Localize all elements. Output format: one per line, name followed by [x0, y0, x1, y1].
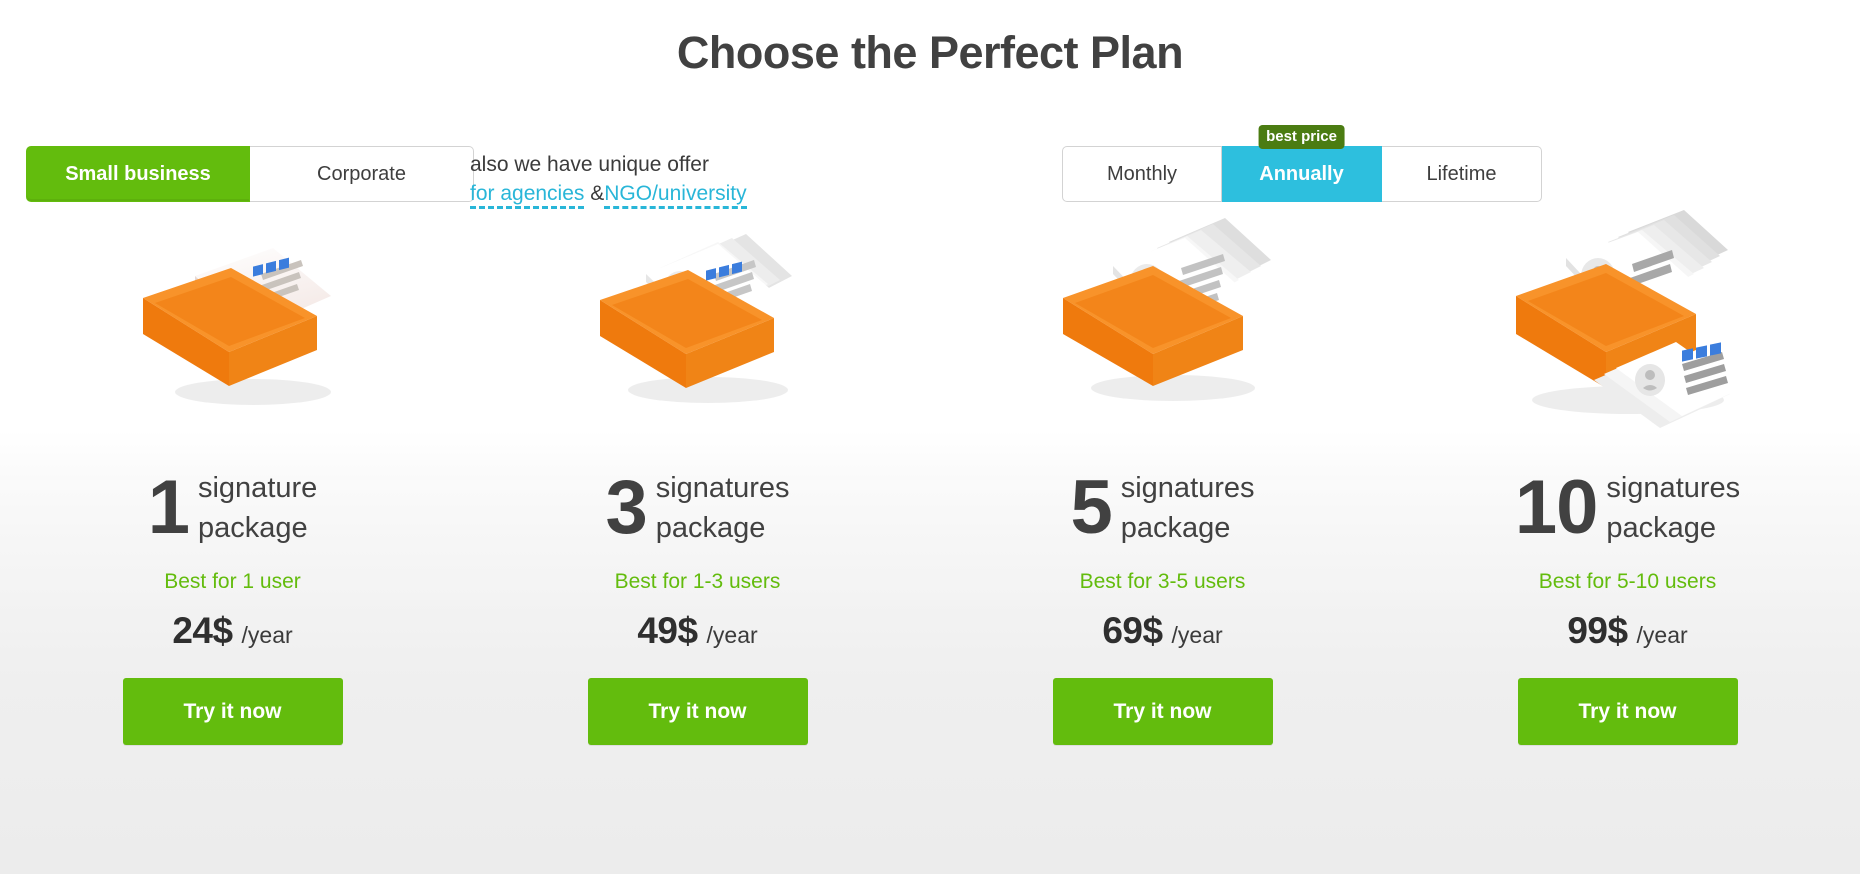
plan-price-period: /year	[706, 622, 758, 648]
plan-package-line-1: signatures	[1606, 472, 1741, 504]
plan-signature-count: 10	[1514, 465, 1599, 550]
plan-best-for: Best for 5-10 users	[1538, 570, 1717, 593]
card-box-icon	[1062, 218, 1271, 401]
plan-price: 24$ /year	[172, 611, 292, 651]
plan-price-amount: 24$	[172, 610, 233, 651]
plan-price-amount: 69$	[1102, 610, 1163, 651]
plan-package-line-2: package	[655, 512, 766, 544]
audience-toggle[interactable]: Small business Corporate	[26, 146, 474, 202]
card-box-icon	[142, 248, 331, 405]
plans-grid: 1 signature package Best for 1 user 24$ …	[0, 200, 1860, 874]
audience-option-corporate[interactable]: Corporate	[250, 146, 474, 202]
billing-option-annually[interactable]: best price Annually	[1222, 125, 1382, 202]
plan-cta-button[interactable]: Try it now	[587, 678, 808, 745]
billing-option-label: Lifetime	[1426, 162, 1497, 185]
plan-package-label: signatures package	[1121, 468, 1255, 548]
plan-signature-count: 1	[147, 465, 190, 550]
best-price-badge: best price	[1258, 125, 1345, 149]
billing-option-label: Annually	[1259, 162, 1344, 185]
plan-best-for: Best for 3-5 users	[1079, 570, 1246, 593]
plan-package-line-1: signatures	[1120, 472, 1255, 504]
plan-package-line-2: package	[197, 512, 308, 544]
plan-package-line-1: signatures	[655, 472, 790, 504]
plan-card: 3 signatures package Best for 1-3 users …	[465, 200, 930, 874]
card-box-icon	[599, 234, 792, 403]
plan-card: 5 signatures package Best for 3-5 users …	[930, 200, 1395, 874]
billing-period-toggle[interactable]: Monthly best price Annually Lifetime	[1062, 125, 1542, 202]
plan-cta-button[interactable]: Try it now	[1517, 678, 1738, 745]
billing-option-label: Monthly	[1106, 162, 1178, 185]
controls-row: Small business Corporate also we have un…	[0, 125, 1860, 209]
plan-best-for: Best for 1 user	[164, 570, 301, 593]
plan-price-period: /year	[1171, 622, 1223, 648]
offer-note-line-1: also we have unique offer	[470, 153, 709, 176]
plan-cta-button[interactable]: Try it now	[122, 678, 343, 745]
billing-option-lifetime[interactable]: Lifetime	[1382, 146, 1542, 202]
plan-illustration-1-signature	[0, 200, 465, 448]
plan-price-period: /year	[1636, 622, 1688, 648]
plan-best-for: Best for 1-3 users	[614, 570, 781, 593]
plan-illustration-10-signatures	[1395, 200, 1860, 448]
plan-package-label: signatures package	[656, 468, 790, 548]
unique-offer-note: also we have unique offer for agencies &…	[470, 146, 800, 209]
pricing-page: Choose the Perfect Plan Small business C…	[0, 0, 1860, 874]
plan-package-line-2: package	[1120, 512, 1231, 544]
plan-card: 10 signatures package Best for 5-10 user…	[1395, 200, 1860, 874]
plan-headline: 1 signature package	[148, 462, 318, 554]
card-box-icon	[1515, 210, 1742, 428]
plan-illustration-3-signatures	[465, 200, 930, 448]
plan-package-line-1: signature	[197, 472, 318, 504]
billing-option-monthly[interactable]: Monthly	[1062, 146, 1222, 202]
plan-price-amount: 49$	[637, 610, 698, 651]
plan-package-line-2: package	[1606, 512, 1717, 544]
audience-option-label: Corporate	[317, 162, 406, 185]
plan-price: 49$ /year	[637, 611, 757, 651]
plan-price: 99$ /year	[1567, 611, 1687, 651]
plan-illustration-5-signatures	[930, 200, 1395, 448]
audience-option-label: Small business	[65, 162, 211, 185]
plan-card: 1 signature package Best for 1 user 24$ …	[0, 200, 465, 874]
plan-signature-count: 5	[1070, 465, 1112, 550]
plan-price-amount: 99$	[1567, 610, 1628, 651]
plan-headline: 10 signatures package	[1515, 462, 1740, 554]
plan-headline: 3 signatures package	[605, 462, 789, 554]
plan-price-period: /year	[241, 622, 293, 648]
plan-package-label: signature package	[198, 468, 317, 548]
plan-headline: 5 signatures package	[1070, 462, 1254, 554]
plan-cta-button[interactable]: Try it now	[1052, 678, 1273, 745]
plan-package-label: signatures package	[1606, 468, 1740, 548]
plan-price: 69$ /year	[1102, 611, 1222, 651]
page-title: Choose the Perfect Plan	[676, 27, 1184, 78]
audience-option-small-business[interactable]: Small business	[26, 146, 250, 202]
plan-signature-count: 3	[605, 465, 647, 550]
